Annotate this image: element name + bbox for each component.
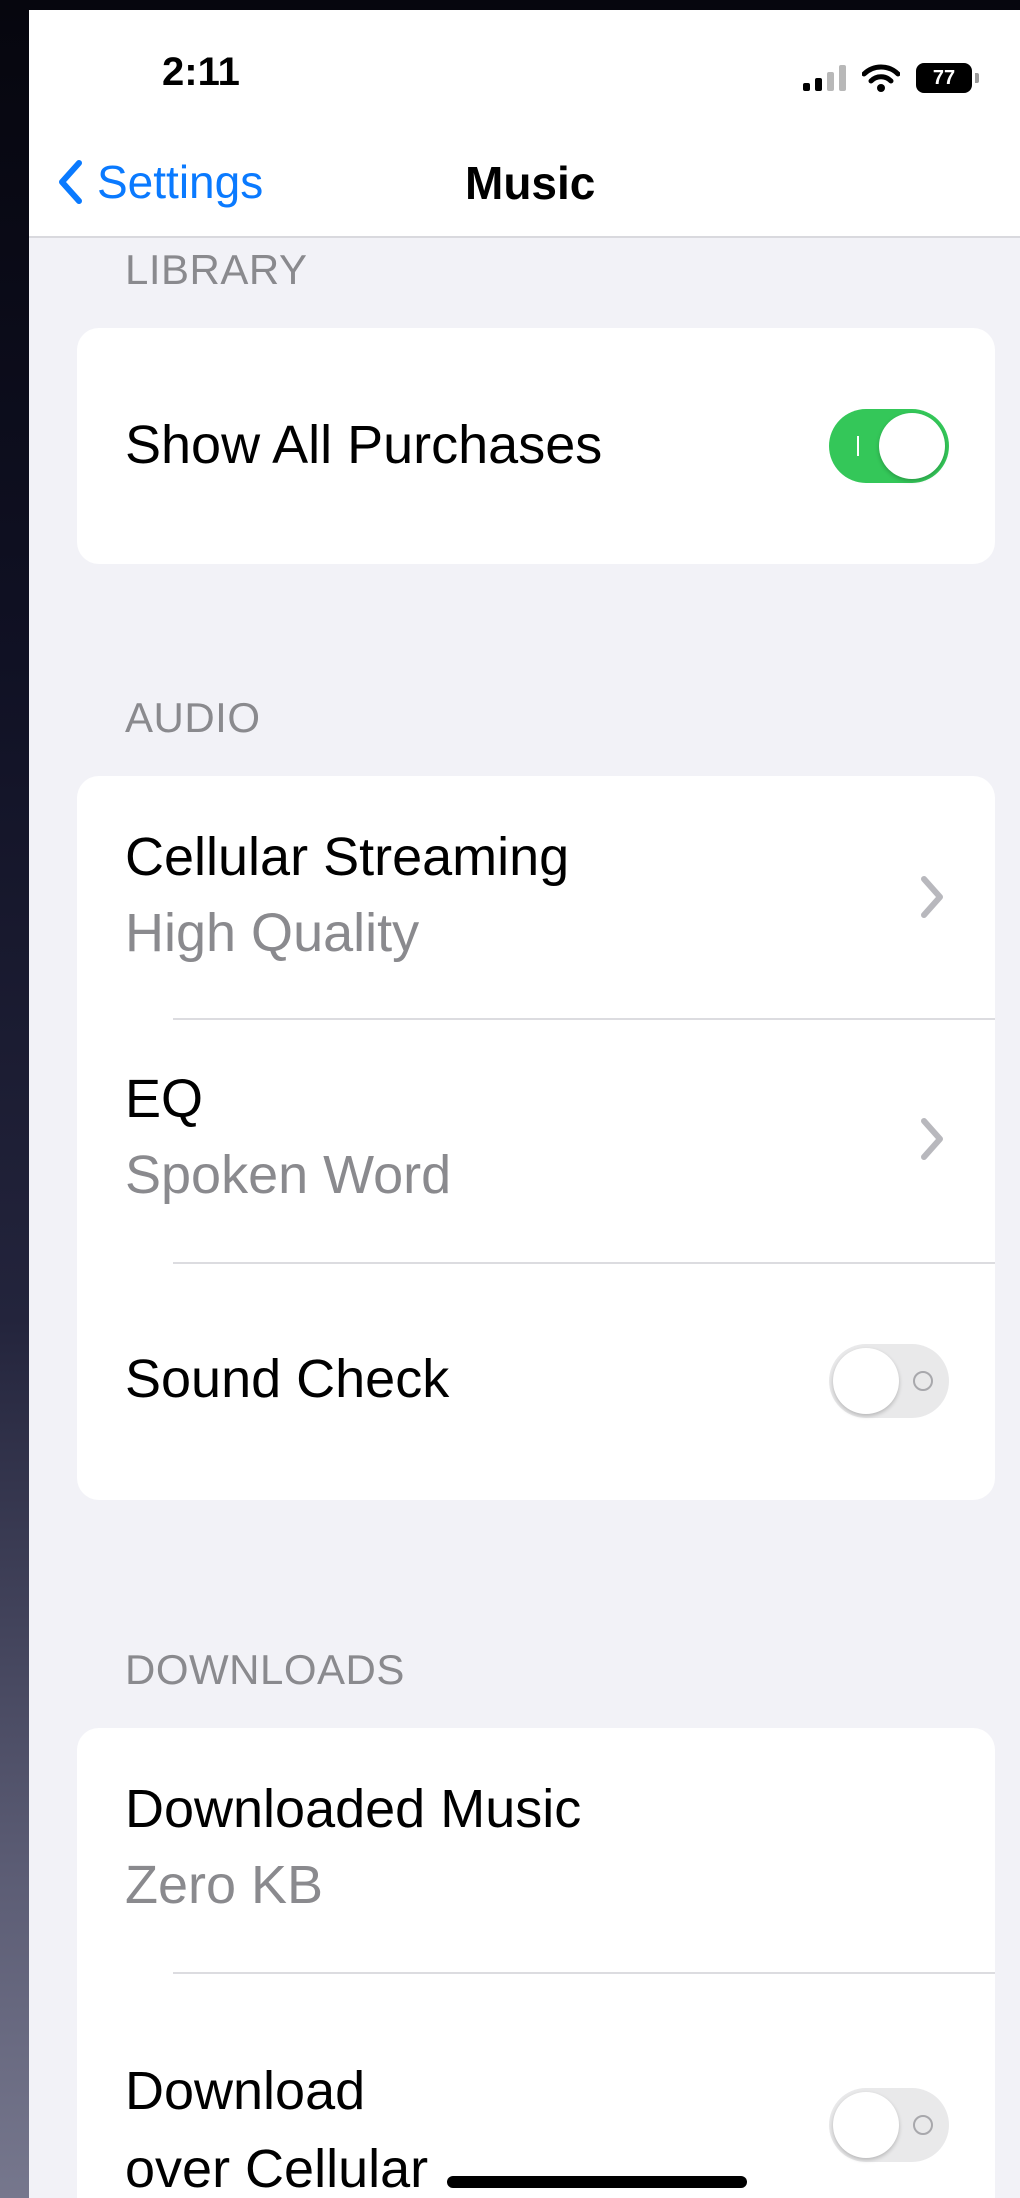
row-eq[interactable]: EQ Spoken Word	[77, 1020, 995, 1262]
row-downloaded-music[interactable]: Downloaded Music Zero KB	[77, 1728, 995, 1970]
page-title: Music	[465, 157, 596, 209]
toggle-off-mark-icon	[913, 2115, 933, 2135]
navigation-bar: Settings Music	[29, 130, 1020, 238]
chevron-right-icon	[921, 1118, 943, 1160]
music-settings-screen: 2:11 77 Settings Music LIBRARY Show All …	[29, 10, 1020, 2198]
toggle-knob	[879, 413, 945, 479]
row-download-over-cellular[interactable]: Download over Cellular	[77, 1974, 995, 2198]
section-header-downloads: DOWNLOADS	[125, 1646, 405, 1693]
row-value: Spoken Word	[125, 1145, 452, 1205]
section-header-audio: AUDIO	[125, 694, 261, 741]
battery-icon: 77	[916, 63, 979, 93]
back-button[interactable]: Settings	[57, 152, 263, 212]
battery-level: 77	[932, 66, 956, 89]
row-show-all-purchases[interactable]: Show All Purchases	[77, 328, 995, 564]
toggle-knob	[833, 2092, 899, 2158]
cellular-signal-icon	[803, 65, 846, 91]
status-icons: 77	[803, 58, 979, 98]
section-header-library: LIBRARY	[125, 246, 308, 293]
row-label: Show All Purchases	[125, 415, 603, 475]
download-over-cellular-toggle[interactable]	[829, 2088, 949, 2162]
toggle-on-mark-icon	[857, 436, 859, 456]
status-bar: 2:11 77	[29, 10, 1020, 130]
row-label-line2: over Cellular	[125, 2139, 429, 2198]
row-label: Downloaded Music	[125, 1779, 582, 1839]
chevron-left-icon	[59, 160, 82, 204]
audio-group: Cellular Streaming High Quality EQ Spoke…	[77, 776, 995, 1500]
toggle-off-mark-icon	[913, 1371, 933, 1391]
status-time: 2:11	[162, 50, 240, 94]
row-label: EQ	[125, 1069, 204, 1129]
toggle-knob	[833, 1348, 899, 1414]
sound-check-toggle[interactable]	[829, 1344, 949, 1418]
row-cellular-streaming[interactable]: Cellular Streaming High Quality	[77, 776, 995, 1018]
row-label: Cellular Streaming	[125, 827, 570, 887]
row-label: Sound Check	[125, 1349, 450, 1409]
downloads-group: Downloaded Music Zero KB Download over C…	[77, 1728, 995, 2198]
back-button-label: Settings	[97, 156, 264, 208]
row-value: High Quality	[125, 903, 420, 963]
show-all-purchases-toggle[interactable]	[829, 409, 949, 483]
row-label-line1: Download	[125, 2061, 366, 2121]
library-group: Show All Purchases	[77, 328, 995, 564]
home-indicator[interactable]	[447, 2176, 747, 2188]
row-sound-check[interactable]: Sound Check	[77, 1264, 995, 1500]
wifi-icon	[862, 64, 900, 92]
chevron-right-icon	[921, 876, 943, 918]
row-value: Zero KB	[125, 1855, 324, 1915]
